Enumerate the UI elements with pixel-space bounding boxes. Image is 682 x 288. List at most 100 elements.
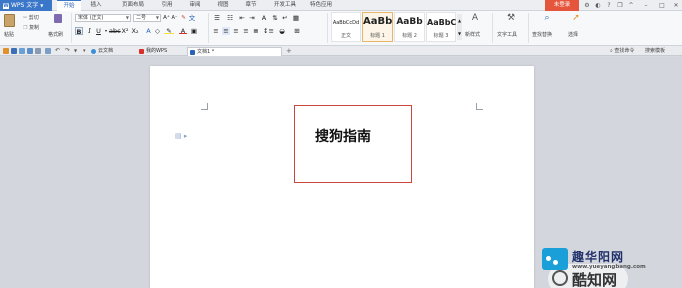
text-effect-icon[interactable]: A <box>145 27 152 35</box>
style-label: 标题 3 <box>433 33 449 39</box>
style-heading1[interactable]: AaBb 标题 1 <box>362 12 393 42</box>
tab-chapter[interactable]: 章节 <box>241 0 261 11</box>
line-spacing-icon[interactable]: ↕≡ <box>263 27 274 35</box>
help-icon[interactable]: ? <box>605 1 613 10</box>
scissors-icon: ✂ <box>23 15 28 21</box>
tab-references[interactable]: 引用 <box>157 0 177 11</box>
tab-start[interactable]: 开始 <box>57 0 81 11</box>
tab-review[interactable]: 审阅 <box>185 0 205 11</box>
align-left-icon[interactable]: ≡ <box>212 27 220 35</box>
template-search[interactable]: 搜索模板 <box>645 46 665 56</box>
skin-icon[interactable]: ◐ <box>594 1 602 10</box>
tab-page-layout[interactable]: 页面布局 <box>118 0 148 11</box>
new-style-label: 新样式 <box>465 32 481 38</box>
format-painter-icon <box>54 14 62 23</box>
search-icon: ⌕ <box>544 13 550 23</box>
char-shading-icon[interactable]: ▣ <box>190 27 198 35</box>
restore-icon[interactable]: ❐ <box>616 1 624 10</box>
underline-button[interactable]: U <box>95 27 102 35</box>
align-center-icon[interactable]: ≡ <box>222 27 230 35</box>
subscript-button[interactable]: X₂ <box>131 27 139 35</box>
font-name-select[interactable]: 宋体 (正文) ▼ <box>75 14 131 22</box>
tab-label: 文档1 * <box>197 49 215 55</box>
style-sample: AaBb <box>363 16 393 27</box>
chevron-down-icon[interactable]: ▾ <box>104 27 108 35</box>
document-page[interactable]: ▤ ▸ 搜狗指南 <box>150 66 534 288</box>
redo-icon[interactable]: ↷ <box>65 48 71 54</box>
tab-cloud-docs[interactable]: 云文档 <box>89 47 135 56</box>
style-heading2[interactable]: AaBb 标题 2 <box>394 12 425 42</box>
numbered-list-icon[interactable]: ☷ <box>225 14 235 22</box>
font-color-icon[interactable]: A <box>179 27 187 35</box>
borders-icon[interactable]: ⊞ <box>292 27 302 35</box>
chinese-layout-icon[interactable]: A <box>260 14 268 22</box>
close-icon[interactable]: ✕ <box>672 1 680 10</box>
copy-label: 复制 <box>29 25 40 31</box>
print-preview-icon[interactable] <box>19 48 25 54</box>
bullet-list-icon[interactable]: ☰ <box>212 14 222 22</box>
new-tab-button[interactable]: + <box>284 47 294 56</box>
cut-button[interactable]: ✂ 剪切 <box>23 14 39 21</box>
shrink-font-icon[interactable]: A⁻ <box>171 14 178 22</box>
paragraph-layout-icon[interactable]: ▤ ▸ <box>175 132 187 140</box>
erase-icon[interactable]: ◇ <box>154 27 161 35</box>
styles-scroll-icon[interactable]: ▲ ▼ <box>457 14 462 40</box>
table-icon[interactable]: ▦ <box>292 14 300 22</box>
tab-my-wps[interactable]: 我的WPS <box>137 47 184 56</box>
strikethrough-button[interactable]: abc <box>109 27 121 35</box>
settings-icon[interactable]: ⚙ <box>583 1 591 10</box>
clear-format-icon[interactable]: ✎ <box>180 14 187 22</box>
show-marks-icon[interactable]: ↵ <box>281 14 289 22</box>
brand-url: www.yueyangbang.com <box>572 264 646 270</box>
command-search[interactable]: ⌕ 查找命令 <box>610 46 634 56</box>
tab-view[interactable]: 视图 <box>213 0 233 11</box>
app-menu-button[interactable]: W WPS 文字 ▼ <box>0 0 52 11</box>
decrease-indent-icon[interactable]: ⇤ <box>238 14 246 22</box>
font-size-select[interactable]: 二号 ▼ <box>133 14 161 22</box>
style-label: 正文 <box>340 33 351 39</box>
italic-button[interactable]: I <box>86 27 93 35</box>
increase-indent-icon[interactable]: ⇥ <box>248 14 256 22</box>
ribbon: 粘贴 ✂ 剪切 ❐ 复制 格式刷 宋体 (正文) ▼ 二号 ▼ A⁺ A⁻ ✎ 文 … <box>0 11 682 46</box>
document-title-text: 搜狗指南 <box>315 129 371 145</box>
tab-insert[interactable]: 插入 <box>86 0 106 11</box>
maximize-icon[interactable]: □ <box>658 1 666 10</box>
distributed-icon[interactable]: ≣ <box>252 27 260 35</box>
open-folder-icon[interactable] <box>3 48 9 54</box>
chevron-down-icon: ▼ <box>40 3 44 8</box>
wps-icon <box>139 49 144 54</box>
tab-developer[interactable]: 开发工具 <box>270 0 300 11</box>
copy-button[interactable]: ❐ 复制 <box>23 24 39 31</box>
collapse-ribbon-icon[interactable]: ^ <box>627 1 635 10</box>
login-button[interactable]: 未登录 <box>545 0 579 11</box>
paste-icon <box>4 14 15 27</box>
brand-logo-icon <box>542 248 568 270</box>
tab-document1[interactable]: 文档1 * <box>187 47 282 56</box>
undo-icon[interactable]: ↶ <box>55 48 61 54</box>
minimize-icon[interactable]: – <box>642 1 650 10</box>
sort-icon[interactable]: ⇅ <box>271 14 279 22</box>
superscript-button[interactable]: X² <box>121 27 129 35</box>
shading-icon[interactable]: ◒ <box>277 27 287 35</box>
align-right-icon[interactable]: ≡ <box>232 27 240 35</box>
text-box[interactable]: 搜狗指南 <box>294 105 412 183</box>
save-icon[interactable] <box>11 48 17 54</box>
document-icon <box>190 50 195 55</box>
style-heading3[interactable]: AaBbC 标题 3 <box>426 12 456 42</box>
select-label: 选择 <box>568 32 579 38</box>
tab-special[interactable]: 特色应用 <box>306 0 336 11</box>
bold-button[interactable]: B <box>75 27 83 36</box>
print-icon[interactable] <box>27 48 33 54</box>
justify-icon[interactable]: ≡ <box>242 27 250 35</box>
chevron-down-icon[interactable]: ▼ <box>74 48 80 54</box>
app-name: WPS 文字 <box>11 2 39 9</box>
pinyin-icon[interactable]: 文 <box>188 14 196 22</box>
highlight-icon[interactable]: ✎ <box>164 27 174 35</box>
email-icon[interactable] <box>45 48 51 54</box>
chevron-down-icon: ▼ <box>155 15 159 20</box>
export-pdf-icon[interactable] <box>35 48 41 54</box>
style-label: 标题 1 <box>370 33 385 39</box>
grow-font-icon[interactable]: A⁺ <box>163 14 170 22</box>
style-normal[interactable]: AaBbCcDd 正文 <box>331 12 361 42</box>
margin-corner-mark <box>476 103 483 110</box>
